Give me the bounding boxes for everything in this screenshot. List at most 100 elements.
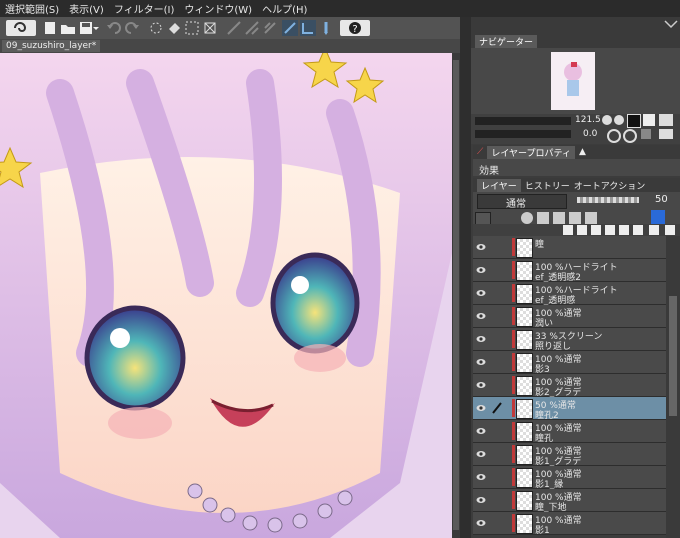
clipping-indicator [512,399,515,417]
layer-row[interactable]: 瞳 [473,236,666,259]
menu-view[interactable]: 表示(V) [64,1,109,16]
fill-icon[interactable] [166,20,182,36]
tab-history[interactable]: ヒストリー [525,179,570,192]
layer-thumbnail [516,330,533,350]
lock-transparency-icon[interactable] [569,212,581,224]
tab-navigator[interactable]: ナビゲーター [475,34,538,48]
snap-grid-icon[interactable] [300,20,316,36]
layer-row[interactable]: 100 %通常 瞳_下地 [473,489,666,513]
visibility-eye-icon[interactable] [476,380,486,390]
save-dropdown-icon[interactable] [92,20,100,36]
grid-snap-icon[interactable] [244,20,260,36]
tab-auto-action[interactable]: オートアクション [574,179,646,192]
layer-name: 影1 [535,526,550,536]
menu-selection[interactable]: 選択範囲(S) [0,1,64,16]
layer-color-icon[interactable] [651,210,665,224]
clipping-indicator [512,330,515,348]
new-vector-layer-icon[interactable] [577,225,587,235]
zoom-in-icon[interactable] [614,115,624,125]
menu-help[interactable]: ヘルプ(H) [257,1,312,16]
layer-row[interactable]: 100 %ハードライト ef_透明感 [473,282,666,306]
tab-other-icon[interactable]: ▲ [579,147,586,157]
snap-ruler-icon[interactable] [282,20,298,36]
reference-layer-icon[interactable] [521,212,533,224]
new-raster-layer-icon[interactable] [563,225,573,235]
visibility-eye-icon[interactable] [476,403,486,413]
panel-splitter[interactable] [460,17,471,538]
visibility-eye-icon[interactable] [476,357,486,367]
layer-row[interactable]: 33 %スクリーン 照り返し [473,328,666,352]
new-folder-icon[interactable] [591,225,601,235]
clip-lower-layer-icon[interactable] [537,212,549,224]
undo-icon[interactable] [106,20,122,36]
properties-tab-bar: ⟋ レイヤープロパティ ▲ [473,145,680,159]
flip-horizontal-icon[interactable] [659,114,673,126]
menu-filter[interactable]: フィルター(I) [109,1,180,16]
tab-layer-properties[interactable]: レイヤープロパティ [487,145,575,159]
visibility-eye-icon[interactable] [476,426,486,436]
reset-rotation-icon[interactable] [641,129,651,139]
menu-window[interactable]: ウィンドウ(W) [179,1,257,16]
lock-icon[interactable] [553,212,565,224]
layer-row[interactable]: 100 %ハードライト ef_透明感2 [473,259,666,283]
rotate-left-icon[interactable] [607,129,621,143]
transform-icon[interactable] [202,20,218,36]
open-folder-icon[interactable] [60,20,76,36]
visibility-eye-icon[interactable] [476,495,486,505]
fit-screen-icon[interactable] [627,114,641,128]
delete-layer-icon[interactable] [665,225,675,235]
clipping-indicator [512,376,515,394]
zoom-slider[interactable] [475,117,571,125]
mask-icon[interactable] [585,212,597,224]
layer-row[interactable]: 100 %通常 影2_グラデ [473,374,666,398]
navigator-thumbnail[interactable] [551,52,595,110]
rotation-slider[interactable] [475,130,571,138]
visibility-eye-icon[interactable] [476,242,486,252]
visibility-eye-icon[interactable] [476,311,486,321]
visibility-eye-icon[interactable] [476,265,486,275]
combine-down-icon[interactable] [619,225,629,235]
layer-row[interactable]: 100 %通常 瞳孔 [473,420,666,444]
transfer-down-icon[interactable] [605,225,615,235]
visibility-eye-icon[interactable] [476,449,486,459]
layer-scroll-thumb[interactable] [669,296,677,416]
clip-studio-button[interactable] [6,20,36,36]
help-button[interactable]: ? [340,20,370,36]
blend-mode-select[interactable]: 通常 [477,194,567,210]
layer-row[interactable]: 100 %通常 影1 [473,512,666,536]
apply-mask-icon[interactable] [649,225,659,235]
drawing-canvas[interactable] [0,53,452,538]
flip-vertical-icon[interactable] [659,129,673,139]
artwork-illustration [0,53,452,538]
pen-pressure-icon[interactable] [318,20,334,36]
layer-tab-bar: レイヤー ヒストリー オートアクション [473,178,680,192]
special-ruler-icon[interactable] [262,20,278,36]
zoom-out-icon[interactable] [602,115,612,125]
new-file-icon[interactable] [42,20,58,36]
layer-row[interactable]: 100 %通常 潤い [473,305,666,329]
canvas-scroll-thumb[interactable] [453,60,459,530]
layer-thumbnail [516,468,533,488]
visibility-eye-icon[interactable] [476,334,486,344]
clipping-indicator [512,353,515,371]
effects-row: 効果 [473,159,680,177]
add-mask-icon[interactable] [633,225,643,235]
visibility-eye-icon[interactable] [476,288,486,298]
svg-text:?: ? [352,24,357,35]
clear-selection-icon[interactable] [148,20,164,36]
ruler-snap-icon[interactable] [226,20,242,36]
visibility-eye-icon[interactable] [476,472,486,482]
redo-icon[interactable] [124,20,140,36]
opacity-slider[interactable] [577,197,639,203]
tab-layer[interactable]: レイヤー [477,178,521,192]
layer-row[interactable]: 100 %通常 影3 [473,351,666,375]
visibility-eye-icon[interactable] [476,518,486,528]
layer-list-scrollbar[interactable] [666,236,680,538]
layer-row[interactable]: 100 %通常 影1_縁 [473,466,666,490]
select-all-icon[interactable] [184,20,200,36]
layer-row[interactable]: 50 %通常 瞳孔2 [473,397,666,421]
layer-row[interactable]: 100 %通常 影1_グラデ [473,443,666,467]
actual-size-icon[interactable] [643,114,655,126]
rotate-right-icon[interactable] [623,129,637,143]
document-tab[interactable]: 09_suzushiro_layer* [2,40,101,52]
